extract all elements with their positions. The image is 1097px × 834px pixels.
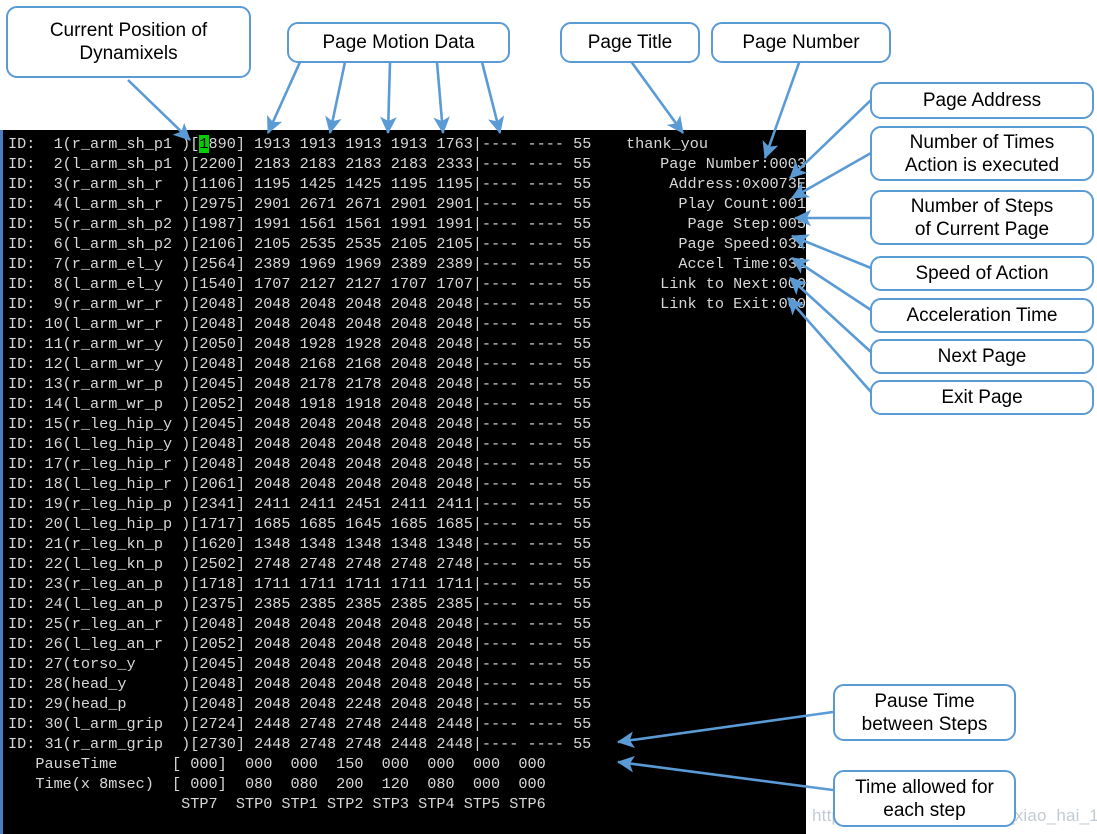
callout-exit-page: Exit Page — [870, 380, 1094, 415]
callout-step-time-line2: each step — [883, 799, 966, 821]
terminal-window[interactable]: ID: 1(r_arm_sh_p1 )[1890] 1913 1913 1913… — [0, 130, 806, 834]
callout-current-position-line1: Current Position of — [49, 20, 208, 41]
terminal-row: ID: 23(r_leg_an_p )[1718] 1711 1711 1711… — [8, 575, 592, 593]
callout-play-count-line2: Action is executed — [904, 154, 1060, 176]
callout-page-title: Page Title — [560, 22, 700, 63]
highlighted-char: 1 — [199, 135, 209, 153]
callout-page-number-line1: Page Number — [742, 32, 860, 53]
terminal-row: ID: 31(r_arm_grip )[2730] 2448 2748 2748… — [8, 735, 592, 753]
terminal-row: ID: 3(r_arm_sh_r )[1106] 1195 1425 1425 … — [8, 175, 806, 193]
callout-accel-time: Acceleration Time — [870, 298, 1094, 333]
callout-page-step-line2: of Current Page — [914, 218, 1050, 240]
terminal-row: ID: 29(head_p )[2048] 2048 2048 2248 204… — [8, 695, 592, 713]
terminal-page-info: thank_you — [626, 135, 709, 153]
terminal-row: ID: 17(r_leg_hip_r )[2048] 2048 2048 204… — [8, 455, 592, 473]
terminal-row: ID: 7(r_arm_el_y )[2564] 2389 1969 1969 … — [8, 255, 806, 273]
terminal-row — [8, 814, 798, 834]
callout-page-number: Page Number — [711, 22, 891, 63]
terminal-row: ID: 4(l_arm_sh_r )[2975] 2901 2671 2671 … — [8, 195, 806, 213]
terminal-row: ID: 28(head_y )[2048] 2048 2048 2048 204… — [8, 675, 592, 693]
terminal-row: ID: 6(l_arm_sh_p2 )[2106] 2105 2535 2535… — [8, 235, 806, 253]
callout-pause-time-line2: between Steps — [861, 713, 988, 735]
callout-current-position-line2: Dynamixels — [79, 43, 178, 64]
terminal-row: ID: 1(r_arm_sh_p1 )[1890] 1913 1913 1913… — [8, 134, 798, 154]
terminal-row: ID: 16(l_leg_hip_y )[2048] 2048 2048 204… — [8, 435, 592, 453]
terminal-page-info: Play Count:001 — [678, 195, 806, 213]
callout-page-step-line1: Number of Steps — [910, 195, 1054, 217]
terminal-row: ID: 2(l_arm_sh_p1 )[2200] 2183 2183 2183… — [8, 155, 806, 173]
terminal-page-info: Link to Next:000 — [660, 275, 806, 293]
terminal-row: ID: 27(torso_y )[2045] 2048 2048 2048 20… — [8, 655, 592, 673]
callout-pause-time-line1: Pause Time — [874, 690, 975, 712]
terminal-page-info: Page Speed:032 — [678, 235, 806, 253]
terminal-page-info: Page Step:005 — [687, 215, 806, 233]
callout-page-motion-data: Page Motion Data — [287, 22, 510, 63]
callout-play-count: Number of Times Action is executed — [870, 126, 1094, 181]
terminal-row: ID: 10(l_arm_wr_r )[2048] 2048 2048 2048… — [8, 315, 592, 333]
terminal-row: ID: 24(l_leg_an_p )[2375] 2385 2385 2385… — [8, 595, 592, 613]
callout-step-time: Time allowed for each step — [833, 770, 1016, 827]
terminal-row: ID: 18(l_leg_hip_r )[2061] 2048 2048 204… — [8, 475, 592, 493]
callout-page-step: Number of Steps of Current Page — [870, 190, 1094, 245]
terminal-row: ID: 22(l_leg_kn_p )[2502] 2748 2748 2748… — [8, 555, 592, 573]
terminal-row: ID: 25(r_leg_an_r )[2048] 2048 2048 2048… — [8, 615, 592, 633]
terminal-text-body: ID: 1(r_arm_sh_p1 )[1890] 1913 1913 1913… — [8, 134, 806, 834]
callout-page-speed-line1: Speed of Action — [915, 263, 1049, 284]
callout-next-page-line1: Next Page — [937, 346, 1027, 367]
terminal-row: Time(x 8msec) [ 000] 080 080 200 120 080… — [8, 775, 546, 793]
callout-current-position: Current Position of Dynamixels — [6, 6, 251, 78]
terminal-row: ID: 21(r_leg_kn_p )[1620] 1348 1348 1348… — [8, 535, 592, 553]
terminal-row: ID: 26(l_leg_an_r )[2052] 2048 2048 2048… — [8, 635, 592, 653]
terminal-row: ID: 11(r_arm_wr_y )[2050] 2048 1928 1928… — [8, 335, 592, 353]
terminal-page-info: Link to Exit:000 — [660, 295, 806, 313]
callout-page-address-line1: Page Address — [922, 90, 1042, 111]
terminal-row: ID: 5(r_arm_sh_p2 )[1987] 1991 1561 1561… — [8, 215, 806, 233]
callout-page-address: Page Address — [870, 82, 1094, 119]
terminal-left-border — [0, 130, 3, 834]
terminal-row: ID: 30(l_arm_grip )[2724] 2448 2748 2748… — [8, 715, 592, 733]
terminal-row: ID: 9(r_arm_wr_r )[2048] 2048 2048 2048 … — [8, 295, 806, 313]
screenshot-root: ID: 1(r_arm_sh_p1 )[1890] 1913 1913 1913… — [0, 0, 1097, 834]
callout-exit-page-line1: Exit Page — [941, 387, 1023, 408]
terminal-page-info: Address:0x0073E — [669, 175, 806, 193]
terminal-row: STP7 STP0 STP1 STP2 STP3 STP4 STP5 STP6 — [8, 795, 546, 813]
terminal-page-info: Accel Time:032 — [678, 255, 806, 273]
terminal-row: ID: 13(r_arm_wr_p )[2045] 2048 2178 2178… — [8, 375, 592, 393]
terminal-row: ID: 15(r_leg_hip_y )[2045] 2048 2048 204… — [8, 415, 592, 433]
terminal-row: ID: 20(l_leg_hip_p )[1717] 1685 1685 164… — [8, 515, 592, 533]
callout-play-count-line1: Number of Times — [909, 131, 1055, 153]
terminal-row: ID: 14(l_arm_wr_p )[2052] 2048 1918 1918… — [8, 395, 592, 413]
callout-step-time-line1: Time allowed for — [855, 776, 994, 798]
callout-next-page: Next Page — [870, 339, 1094, 374]
terminal-row: ID: 12(l_arm_wr_y )[2048] 2048 2168 2168… — [8, 355, 592, 373]
terminal-row: ID: 8(l_arm_el_y )[1540] 1707 2127 2127 … — [8, 275, 806, 293]
callout-pause-time: Pause Time between Steps — [833, 684, 1016, 741]
callout-page-speed: Speed of Action — [870, 256, 1094, 291]
callout-page-motion-data-line1: Page Motion Data — [322, 32, 475, 53]
callout-page-title-line1: Page Title — [587, 32, 673, 53]
terminal-page-info: Page Number:0003 — [660, 155, 806, 173]
terminal-row: ID: 19(r_leg_hip_p )[2341] 2411 2411 245… — [8, 495, 592, 513]
callout-accel-time-line1: Acceleration Time — [906, 305, 1058, 326]
terminal-row: PauseTime [ 000] 000 000 150 000 000 000… — [8, 755, 546, 773]
